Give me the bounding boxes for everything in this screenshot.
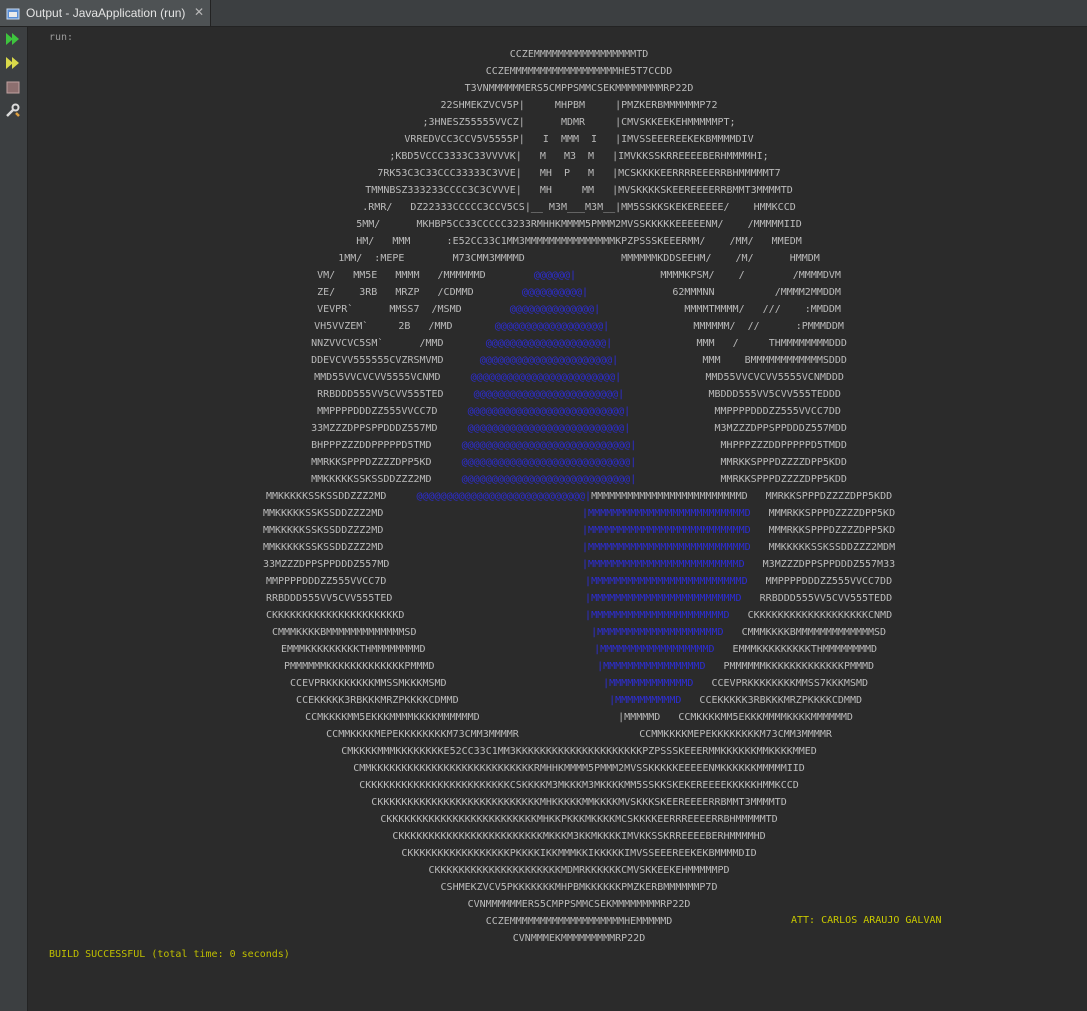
stop-icon[interactable] [4,78,22,96]
ascii-art-line: VH5VVZEM` 2B /MMD @@@@@@@@@@@@@@@@@@| MM… [314,321,844,332]
ascii-art-line: BHPPPZZZDDPPPPPD5TMD @@@@@@@@@@@@@@@@@@@… [311,440,847,451]
ascii-art-line: VEVPR` MMSS7 /MSMD @@@@@@@@@@@@@@| MMMMT… [317,304,841,315]
ascii-art-line: CSHMEKZVCV5PKKKKKKKMHPBMKKKKKKPMZKERBMMM… [440,882,718,893]
rerun-with-options-icon[interactable] [4,54,22,72]
ascii-art-line: .RMR/ DZ22333CCCCC3CCV5CS|__ M3M___M3M__… [362,202,796,213]
ascii-art-line: RRBDDD555VV5CVV555TED |MMMMMMMMMMMMMMMMM… [265,593,893,604]
ascii-art-line: VRREDVCC3CCV5V5555P| I MMM I |IMVSSEEERE… [404,134,754,145]
ascii-art-line: ZE/ 3RB MRZP /CDMMD @@@@@@@@@@| 62MMMNN … [317,287,841,298]
ascii-art-line: CKKKKKKKKKKKKKKKKKKKKKKKKMKKKM3KKMKKKKIM… [392,831,766,842]
ascii-art-line: CKKKKKKKKKKKKKKKKKKKKKKKKKKKMHKKKKKMMKKK… [371,797,787,808]
ascii-art-line: HM/ MMM :E52CC33C1MM3MMMMMMMMMMMMMMMKPZP… [356,236,802,247]
ascii-art-line: MMPPPPDDDZZ555VVCC7D @@@@@@@@@@@@@@@@@@@… [317,406,841,417]
ascii-art-line: ;3HNESZ55555VVCZ| MDMR |CMVSKKEEKEHMMMMM… [422,117,736,128]
output-window-icon [6,6,20,20]
ascii-art-line: CMMMKKKKBMMMMMMMMMMMMMSD |MMMMMMMMMMMMMM… [271,627,887,638]
ascii-art-line: T3VNMMMMMMERS5CMPPSMMCSEKMMMMMMMMRP22D [464,83,694,94]
ascii-art-line: CCMMKKKKMEPEKKKKKKKKM73CMM3MMMMR CCMMKKK… [326,729,832,740]
ascii-art-line: CKKKKKKKKKKKKKKKKKKKKKMDMRKKKKKKCMVSKKEE… [428,865,730,876]
ascii-art-line: CKKKKKKKKKKKKKKKKKKKKKD |MMMMMMMMMMMMMMM… [265,610,893,621]
ascii-art-line: CCEKKKKK3RBKKKMRZPKKKKCDMMD |MMMMMMMMMMD… [296,695,862,706]
ascii-art-line: MMKKKKKSSKSSDDZZZ2MD |MMMMMMMMMMMMMMMMMM… [262,525,896,536]
output-tab-bar: Output - JavaApplication (run) ✕ [0,0,1087,27]
ascii-art-line: DDEVCVV555555CVZRSMVMD @@@@@@@@@@@@@@@@@… [311,355,847,366]
ascii-art-line: CCZEMMMMMMMMMMMMMMMMMMMHEMMMMMD [485,916,673,927]
ascii-art-line: 1MM/ :MEPE M73CMM3MMMMD MMMMMMKDDSEEHM/ … [338,253,820,264]
ascii-art-line: EMMMKKKKKKKKKTHMMMMMMMMD |MMMMMMMMMMMMMM… [281,644,878,655]
ascii-art-line: CKKKKKKKKKKKKKKKKKKKKKKKKKMHKKPKKKMKKKKM… [380,814,778,825]
ascii-art-line: MMKKKKKSSKSSDDZZZ2MD @@@@@@@@@@@@@@@@@@@… [311,474,847,485]
ascii-art-line: MMKKKKKSSKSSDDZZZ2MD |MMMMMMMMMMMMMMMMMM… [262,542,896,553]
tab-title: Output - JavaApplication (run) [26,6,186,20]
ascii-art-line: RRBDDD555VV5CVV555TED @@@@@@@@@@@@@@@@@@… [317,389,841,400]
ascii-art-line: CMMKKKKKKKKKKKKKKKKKKKKKKKKKKKRMHHKMMMM5… [353,763,805,774]
ascii-art-line: CVNMMMEKMMMMMMMMMRP22D [512,933,646,944]
console-output[interactable]: run: CCZEMMMMMMMMMMMMMMMMMTD CCZEMMMMMMMM… [28,27,1087,1011]
ascii-art-line: MMPPPPDDDZZ555VVCC7D |MMMMMMMMMMMMMMMMMM… [265,576,893,587]
ascii-art-line: VM/ MM5E MMMM /MMMMMMD @@@@@@| MMMMKPSM/… [317,270,841,281]
ascii-art-line: CVNMMMMMMERS5CMPPSMMCSEKMMMMMMMMRP22D [467,899,691,910]
ascii-art-line: PMMMMMMKKKKKKKKKKKKKPMMMD |MMMMMMMMMMMMM… [284,661,875,672]
ascii-art-line: MMKKKKKSSKSSDDZZZ2MD @@@@@@@@@@@@@@@@@@@… [265,491,893,502]
ascii-art-line: CMKKKKMMMKKKKKKKKE52CC33C1MM3KKKKKKKKKKK… [341,746,817,757]
ascii-art-line: 22SHMEKZVCV5P| MHPBM |PMZKERBMMMMMMP72 [440,100,718,111]
close-icon[interactable]: ✕ [194,5,204,19]
ascii-art-line: NNZVVCVC5SM` /MMD @@@@@@@@@@@@@@@@@@@@| … [311,338,847,349]
attribution-text: ATT: CARLOS ARAUJO GALVAN [791,915,942,926]
ascii-art-line: CKKKKKKKKKKKKKKKKKKKKKKKKCSKKKKM3MKKKM3M… [359,780,799,791]
ascii-art-line: 33MZZZDPPSPPDDDZ557MD @@@@@@@@@@@@@@@@@@… [311,423,847,434]
ascii-art-line: CCMKKKKMM5EKKKMMMMKKKKMMMMMMD |MMMMMD CC… [305,712,853,723]
ascii-art-line: MMD55VVCVCVV5555VCNMD @@@@@@@@@@@@@@@@@@… [314,372,844,383]
output-toolbar [0,27,28,1011]
ascii-art-line: CKKKKKKKKKKKKKKKKKPKKKKIKKMMMKKIKKKKKIMV… [401,848,757,859]
ascii-art-line: ;KBD5VCCC3333C33VVVVK| M M3 M |IMVKKSSKR… [389,151,769,162]
settings-icon[interactable] [4,102,22,120]
build-status: BUILD SUCCESSFUL (total time: 0 seconds) [49,949,290,960]
ascii-art-line: 5MM/ MKHBP5CC33CCCCC3233RMHHKMMMM5PMMM2M… [356,219,802,230]
rerun-icon[interactable] [4,30,22,48]
run-label: run: [49,32,74,43]
ascii-art-line: CCZEMMMMMMMMMMMMMMMMMTD [509,49,649,60]
ascii-art-line: 7RK53C3C33CCC33333C3VVE| MH P M |MCSKKKK… [377,168,781,179]
ascii-art-line: TMMNBSZ333233CCCC3C3CVVVE| MH MM |MVSKKK… [365,185,793,196]
output-tab[interactable]: Output - JavaApplication (run) ✕ [0,0,211,26]
ascii-art-line: MMKKKKKSSKSSDDZZZ2MD |MMMMMMMMMMMMMMMMMM… [262,508,896,519]
ascii-art-line: CCZEMMMMMMMMMMMMMMMMMMHE5T7CCDD [485,66,673,77]
ascii-art-line: MMRKKSPPPDZZZZDPP5KD @@@@@@@@@@@@@@@@@@@… [311,457,847,468]
ascii-art-line: 33MZZZDPPSPPDDDZ557MD |MMMMMMMMMMMMMMMMM… [262,559,896,570]
ascii-art-line: CCEVPRKKKKKKKKMMSSMKKKMSMD |MMMMMMMMMMMM… [290,678,869,689]
